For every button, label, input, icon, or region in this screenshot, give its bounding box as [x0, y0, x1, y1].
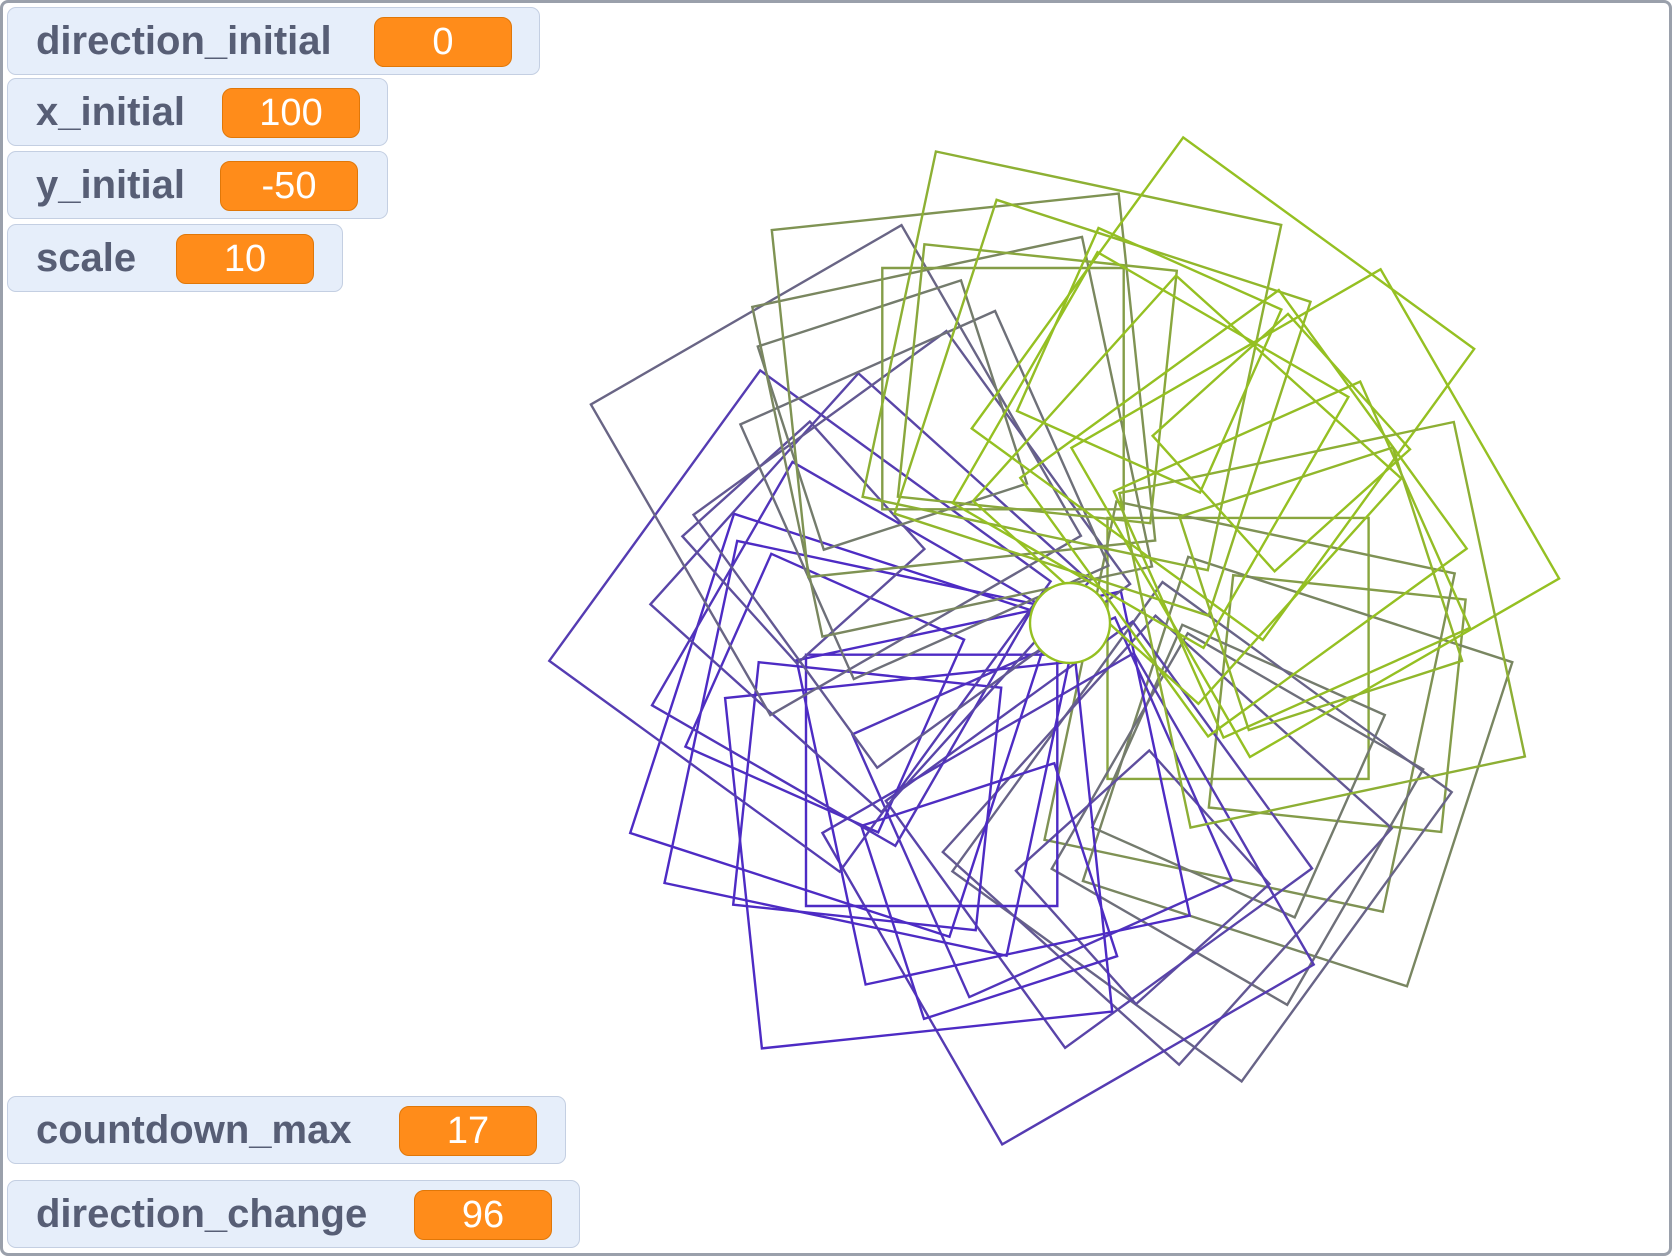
monitor-direction-change[interactable]: direction_change 96: [7, 1180, 580, 1248]
pen-square-stroke: [1090, 623, 1387, 919]
center-hole: [1028, 581, 1112, 665]
monitor-label: direction_initial: [36, 18, 332, 63]
pen-square-stroke: [1112, 380, 1472, 740]
monitor-label: direction_change: [36, 1191, 368, 1236]
monitor-label: y_initial: [36, 162, 185, 207]
monitor-label: x_initial: [36, 89, 185, 134]
monitor-value: 10: [176, 234, 314, 284]
monitor-direction-initial[interactable]: direction_initial 0: [7, 7, 540, 75]
pen-square-stroke: [941, 614, 1394, 1067]
monitor-label: countdown_max: [36, 1107, 352, 1152]
monitor-x-initial[interactable]: x_initial 100: [7, 78, 388, 146]
monitor-value: 100: [222, 88, 360, 138]
monitor-label: scale: [36, 235, 137, 280]
stage[interactable]: direction_initial 0 x_initial 100 y_init…: [0, 0, 1672, 1256]
monitor-scale[interactable]: scale 10: [7, 224, 343, 292]
monitor-value: -50: [220, 161, 358, 211]
monitor-y-initial[interactable]: y_initial -50: [7, 151, 388, 219]
monitor-value: 0: [374, 17, 512, 67]
monitor-value: 96: [414, 1190, 552, 1240]
monitor-countdown-max[interactable]: countdown_max 17: [7, 1096, 566, 1164]
pen-square-stroke: [723, 659, 1114, 1050]
pen-square-stroke: [731, 660, 1003, 932]
monitor-value: 17: [399, 1106, 537, 1156]
